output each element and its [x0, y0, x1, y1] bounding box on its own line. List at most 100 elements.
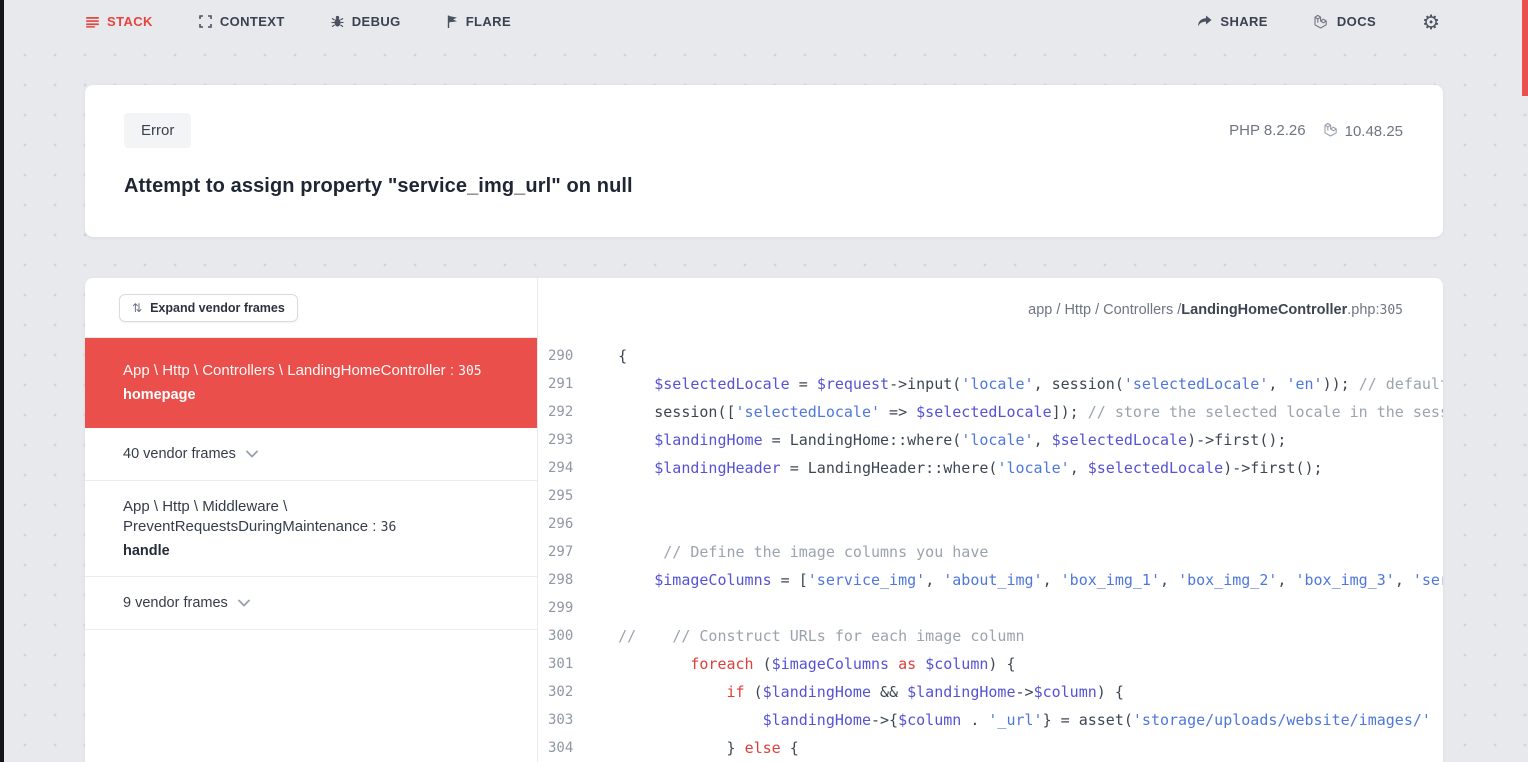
breadcrumb-filename: LandingHomeController [1181, 302, 1347, 318]
line-number: 295 [538, 482, 568, 510]
nav-actions: SHARE DOCS ⚙ [1197, 12, 1440, 32]
docs-button[interactable]: DOCS [1314, 14, 1376, 29]
code-line: 292 session(['selectedLocale' => $select… [538, 398, 1443, 426]
tab-label: FLARE [466, 14, 511, 29]
laravel-version: 10.48.25 [1324, 122, 1403, 141]
laravel-logo-icon [1314, 14, 1329, 29]
code-line: 296 [538, 510, 1443, 538]
line-number: 302 [538, 678, 568, 706]
line-number: 300 [538, 622, 568, 650]
php-version: PHP 8.2.26 [1229, 122, 1305, 139]
code-text: // // Construct URLs for each image colu… [582, 622, 1025, 650]
vendor-frames-label: 40 vendor frames [123, 446, 236, 462]
code-line: 304 } else { [538, 734, 1443, 762]
share-arrow-icon [1197, 15, 1212, 28]
line-number: 294 [538, 454, 568, 482]
code-line: 294 $landingHeader = LandingHeader::wher… [538, 454, 1443, 482]
code-text: foreach ($imageColumns as $column) { [582, 650, 1016, 678]
stack-lines-icon [86, 16, 99, 28]
code-line: 302 if ($landingHome && $landingHome->$c… [538, 678, 1443, 706]
line-number: 298 [538, 566, 568, 594]
tab-label: CONTEXT [220, 14, 285, 29]
code-text: $imageColumns = ['service_img', 'about_i… [582, 566, 1443, 594]
bug-icon [331, 15, 344, 28]
frame-method-name: handle [123, 541, 513, 561]
code-line: 295 [538, 482, 1443, 510]
error-main: Error Attempt to assign property "servic… [124, 113, 633, 237]
exception-class-badge: Error [124, 113, 191, 148]
error-message-title: Attempt to assign property "service_img_… [124, 175, 633, 198]
frame-class-path: App \ Http \ Middleware \ PreventRequest… [123, 497, 513, 538]
tab-stack[interactable]: STACK [86, 14, 153, 29]
settings-gear-icon[interactable]: ⚙ [1422, 12, 1440, 32]
action-label: SHARE [1220, 14, 1268, 29]
runtime-versions: PHP 8.2.26 10.48.25 [1229, 113, 1403, 237]
nav-tabs: STACK CONTEXT DEBUG FLARE [86, 14, 511, 29]
line-number: 290 [538, 342, 568, 370]
line-number: 304 [538, 734, 568, 762]
code-line: 301 foreach ($imageColumns as $column) { [538, 650, 1443, 678]
line-number: 301 [538, 650, 568, 678]
code-text: session(['selectedLocale' => $selectedLo… [582, 398, 1443, 426]
laravel-version-number: 10.48.25 [1345, 123, 1403, 140]
code-text: $landingHome = LandingHome::where('local… [582, 426, 1286, 454]
code-text: $landingHome->{$column . '_url'} = asset… [582, 706, 1443, 734]
stack-frames: App \ Http \ Controllers \ LandingHomeCo… [85, 338, 537, 630]
frame-class-path: App \ Http \ Controllers \ LandingHomeCo… [123, 361, 513, 382]
tab-flare[interactable]: FLARE [447, 14, 511, 29]
code-text: } else { [582, 734, 799, 762]
action-label: DOCS [1337, 14, 1376, 29]
line-number: 293 [538, 426, 568, 454]
code-line: 300 // // Construct URLs for each image … [538, 622, 1443, 650]
flare-flag-icon [447, 15, 458, 28]
stack-frames-panel: ⇅ Expand vendor frames App \ Http \ Cont… [85, 278, 538, 762]
expand-vendor-frames-button[interactable]: ⇅ Expand vendor frames [119, 294, 298, 322]
share-button[interactable]: SHARE [1197, 14, 1268, 29]
frame-corners-icon [199, 15, 212, 28]
code-text: $landingHeader = LandingHeader::where('l… [582, 454, 1323, 482]
line-number: 292 [538, 398, 568, 426]
code-file-breadcrumb: app / Http / Controllers / LandingHomeCo… [538, 278, 1443, 342]
vendor-frames-label: 9 vendor frames [123, 595, 228, 611]
breadcrumb-ext: .php [1347, 302, 1375, 318]
line-number: 297 [538, 538, 568, 566]
code-text: // Define the image columns you have [582, 538, 988, 566]
expand-vendor-frames-row: ⇅ Expand vendor frames [85, 278, 537, 338]
breadcrumb-line-number: 305 [1380, 303, 1403, 318]
line-number: 299 [538, 594, 568, 622]
stack-frame[interactable]: App \ Http \ Middleware \ PreventRequest… [85, 481, 537, 577]
vendor-frames-group[interactable]: 40 vendor frames [85, 428, 537, 481]
laravel-logo-icon [1324, 122, 1339, 141]
code-listing: 290 {291 $selectedLocale = $request->inp… [538, 342, 1443, 762]
line-number: 296 [538, 510, 568, 538]
tab-debug[interactable]: DEBUG [331, 14, 401, 29]
chevron-down-icon [238, 595, 250, 611]
stack-trace-card: ⇅ Expand vendor frames App \ Http \ Cont… [85, 278, 1443, 762]
top-navbar: STACK CONTEXT DEBUG FLARE SHARE [0, 0, 1528, 43]
expand-button-label: Expand vendor frames [150, 301, 285, 315]
stack-frame[interactable]: App \ Http \ Controllers \ LandingHomeCo… [85, 338, 537, 428]
frame-line-number: 305 [458, 364, 481, 379]
code-line: 297 // Define the image columns you have [538, 538, 1443, 566]
tab-label: DEBUG [352, 14, 401, 29]
code-text: if ($landingHome && $landingHome->$colum… [582, 678, 1124, 706]
code-line: 291 $selectedLocale = $request->input('l… [538, 370, 1443, 398]
breadcrumb-path: app / Http / Controllers / [1028, 302, 1181, 318]
window-left-edge [0, 0, 4, 762]
frame-method-name: homepage [123, 385, 513, 405]
code-text: { [582, 342, 627, 370]
code-panel: app / Http / Controllers / LandingHomeCo… [538, 278, 1443, 762]
code-line: 299 [538, 594, 1443, 622]
chevron-down-icon [246, 446, 258, 462]
error-summary-card: Error Attempt to assign property "servic… [85, 85, 1443, 237]
code-line: 290 { [538, 342, 1443, 370]
code-line: 303 $landingHome->{$column . '_url'} = a… [538, 706, 1443, 734]
code-text: $selectedLocale = $request->input('local… [582, 370, 1443, 398]
frame-line-number: 36 [381, 520, 397, 535]
vendor-frames-group[interactable]: 9 vendor frames [85, 577, 537, 630]
line-number: 303 [538, 706, 568, 734]
scrollbar-thumb[interactable] [1522, 0, 1528, 96]
tab-label: STACK [107, 14, 153, 29]
line-number: 291 [538, 370, 568, 398]
tab-context[interactable]: CONTEXT [199, 14, 285, 29]
